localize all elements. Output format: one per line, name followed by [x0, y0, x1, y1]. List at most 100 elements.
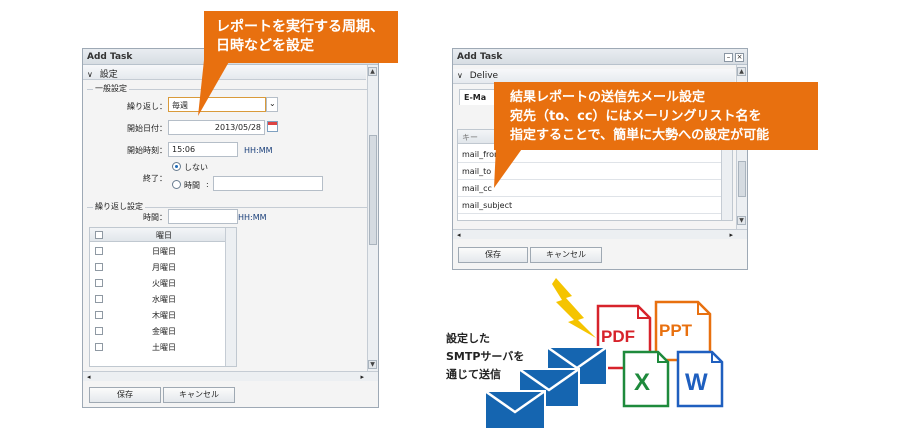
scroll-up-arrow[interactable]: ▲ [368, 67, 377, 76]
interval-label: 時間： [143, 213, 167, 222]
start-date-value: 2013/05/28 [214, 123, 261, 132]
caption-line: SMTPサーバを [446, 350, 525, 363]
scroll-down-arrow[interactable]: ▼ [737, 216, 746, 225]
email-tab[interactable]: E-Ma [459, 89, 499, 105]
table-row[interactable]: 日曜日 [90, 244, 236, 259]
end-none-label: しない [184, 163, 208, 172]
end-time-input[interactable] [213, 176, 323, 191]
end-time-separator: : [206, 180, 209, 189]
callout-line: 結果レポートの送信先メール設定 [510, 90, 706, 105]
cancel-button[interactable]: キャンセル [163, 387, 235, 403]
chevron-down-icon: ⌄ [269, 99, 276, 108]
table-row[interactable]: 金曜日 [90, 324, 236, 339]
key-column-label: キー [462, 133, 478, 142]
close-icon[interactable]: × [735, 53, 744, 62]
end-time-label: 時間 [184, 181, 200, 190]
list-item[interactable]: mail_subject [458, 197, 732, 214]
left-window-vertical-scrollbar[interactable]: ▲ ▼ [367, 65, 378, 371]
start-time-value: 15:06 [172, 145, 196, 154]
general-settings-legend: 一般設定 [93, 83, 129, 94]
excel-label: X [634, 369, 650, 396]
scroll-left-arrow[interactable]: ◂ [457, 231, 461, 239]
minimize-icon[interactable]: – [724, 53, 733, 62]
scroll-right-arrow[interactable]: ▸ [360, 373, 364, 381]
weekday-grid: 曜日 日曜日 月曜日 火曜日 水曜日 木曜日 金曜日 土曜日 [89, 227, 237, 367]
cancel-button[interactable]: キャンセル [530, 247, 602, 263]
chevron-down-icon: ∨ [87, 70, 93, 79]
scroll-up-arrow[interactable]: ▲ [737, 67, 746, 76]
start-time-label: 開始時刻： [127, 146, 167, 155]
callout-schedule-settings: レポートを実行する周期、 日時などを設定 [204, 11, 398, 63]
weekday-header-label: 曜日 [156, 231, 172, 240]
callout-line: 日時などを設定 [216, 38, 314, 54]
settings-section-label: 設定 [99, 70, 118, 80]
word-label: W [685, 369, 708, 396]
scroll-right-arrow[interactable]: ▸ [729, 231, 733, 239]
end-time-radio[interactable] [172, 180, 181, 189]
interval-unit: HH:MM [238, 213, 267, 222]
weekday-label: 金曜日 [152, 327, 176, 336]
weekday-checkbox[interactable] [95, 295, 103, 303]
repeat-dropdown-button[interactable]: ⌄ [266, 97, 278, 112]
start-time-input[interactable]: 15:06 [168, 142, 238, 157]
callout-line: レポートを実行する周期、 [216, 19, 384, 35]
weekday-grid-header: 曜日 [90, 228, 236, 242]
scroll-down-arrow[interactable]: ▼ [368, 360, 377, 369]
weekday-checkbox[interactable] [95, 263, 103, 271]
weekday-label: 木曜日 [152, 311, 176, 320]
table-row[interactable]: 水曜日 [90, 292, 236, 307]
save-button[interactable]: 保存 [458, 247, 528, 263]
interval-input[interactable] [168, 209, 238, 224]
radio-dot [175, 165, 178, 168]
calendar-icon[interactable] [267, 121, 278, 132]
caption-line: 設定した [446, 332, 490, 345]
start-date-input[interactable]: 2013/05/28 [168, 120, 265, 135]
callout-mail-settings: 結果レポートの送信先メール設定 宛先（to、cc）にはメーリングリスト名を 指定… [494, 82, 818, 150]
right-window-horizontal-scrollbar[interactable]: ◂ ▸ [453, 229, 747, 239]
weekday-label: 水曜日 [152, 295, 176, 304]
save-button[interactable]: 保存 [89, 387, 161, 403]
repeat-value: 毎週 [172, 101, 188, 110]
scroll-left-arrow[interactable]: ◂ [87, 373, 91, 381]
weekday-label: 日曜日 [152, 247, 176, 256]
scroll-thumb[interactable] [738, 161, 746, 197]
weekday-label: 火曜日 [152, 279, 176, 288]
select-all-checkbox[interactable] [95, 231, 103, 239]
window-title: Add Task [453, 49, 747, 65]
mail-field-key: mail_to [462, 167, 492, 176]
callout-line: 宛先（to、cc）にはメーリングリスト名を [510, 109, 762, 124]
scroll-thumb[interactable] [369, 135, 377, 245]
weekday-label: 月曜日 [152, 263, 176, 272]
mail-field-key: mail_subject [462, 201, 513, 210]
chevron-down-icon: ∨ [457, 71, 463, 80]
table-row[interactable]: 火曜日 [90, 276, 236, 291]
callout-pointer [198, 60, 230, 116]
weekday-checkbox[interactable] [95, 343, 103, 351]
weekday-checkbox[interactable] [95, 327, 103, 335]
weekday-label: 土曜日 [152, 343, 176, 352]
excel-file-icon: X [622, 350, 670, 408]
start-date-label: 開始日付： [127, 124, 167, 133]
weekday-rows: 日曜日 月曜日 火曜日 水曜日 木曜日 金曜日 土曜日 [90, 242, 236, 366]
calendar-icon-header [268, 122, 277, 125]
mail-field-key: mail_cc [462, 184, 492, 193]
caption-line: 通じて送信 [446, 368, 501, 381]
table-row[interactable]: 土曜日 [90, 340, 236, 355]
callout-line: 指定することで、簡単に大勢への設定が可能 [510, 128, 770, 143]
pdf-label: PDF [601, 327, 635, 346]
end-none-radio[interactable] [172, 162, 181, 171]
weekday-checkbox[interactable] [95, 247, 103, 255]
smtp-caption: 設定した SMTPサーバを 通じて送信 [446, 330, 524, 384]
ppt-label: PPT [659, 321, 693, 340]
weekday-checkbox[interactable] [95, 279, 103, 287]
envelope-icon [484, 390, 546, 430]
left-window-horizontal-scrollbar[interactable]: ◂ ▸ [83, 371, 378, 381]
weekday-grid-scrollbar[interactable] [225, 228, 236, 366]
table-row[interactable]: 木曜日 [90, 308, 236, 323]
weekday-checkbox[interactable] [95, 311, 103, 319]
table-row[interactable]: 月曜日 [90, 260, 236, 275]
word-file-icon: W [676, 350, 724, 408]
start-time-unit: HH:MM [244, 146, 273, 155]
email-tab-label: E-Ma [464, 93, 487, 102]
repeat-label: 繰り返し： [127, 102, 167, 111]
